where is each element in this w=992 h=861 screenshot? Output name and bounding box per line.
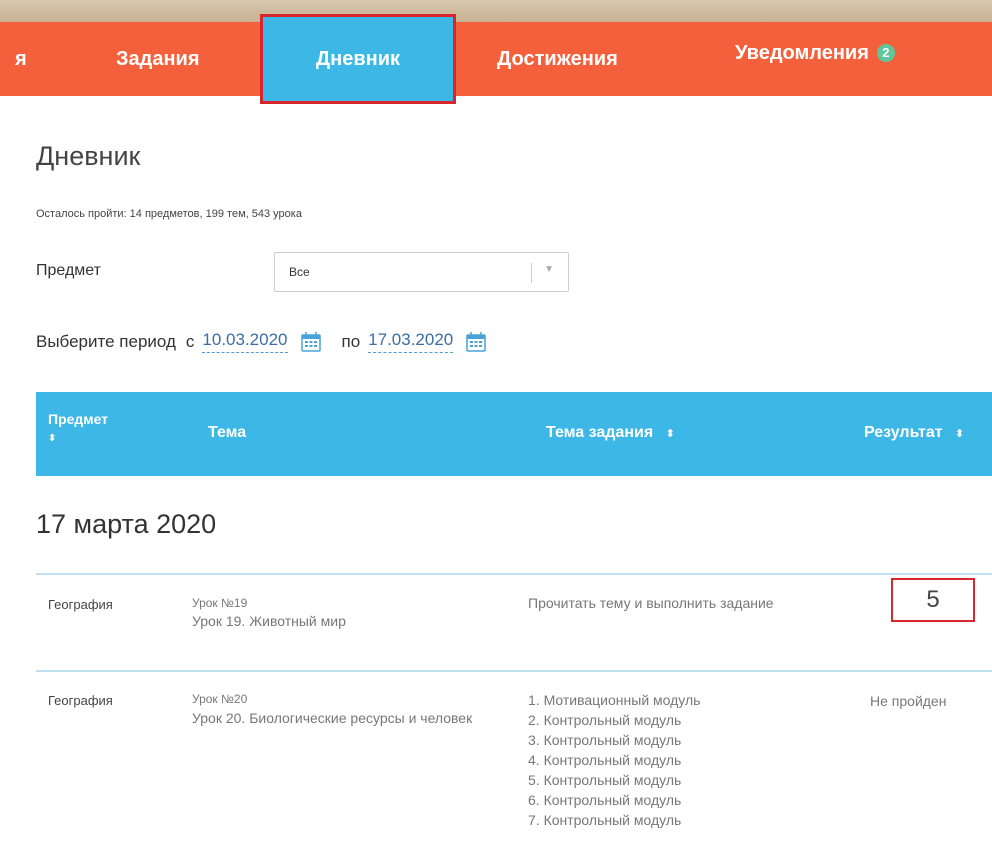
calendar-icon[interactable] (465, 331, 487, 353)
nav-item-diary[interactable]: Дневник (260, 14, 456, 104)
module-list: 1. Мотивационный модуль 2. Контрольный м… (528, 690, 700, 830)
main-nav: я Задания Дневник Достижения Уведомления… (0, 14, 992, 104)
date-from-input[interactable]: 10.03.2020 (202, 330, 288, 353)
row-subject: География (48, 693, 113, 708)
column-header-task-topic[interactable]: Тема задания ⬍ (546, 424, 675, 442)
period-to-label: по (341, 331, 361, 351)
module-item[interactable]: 4. Контрольный модуль (528, 750, 700, 770)
row-task-topic[interactable]: Прочитать тему и выполнить задание (528, 594, 798, 612)
subject-select[interactable]: Все ▼ (274, 252, 569, 292)
section-date-heading: 17 марта 2020 (36, 509, 217, 539)
result-grade: 5 (891, 578, 975, 622)
period-label: Выберите период (36, 331, 176, 351)
column-header-subject-label: Предмет (48, 411, 109, 427)
module-item[interactable]: 3. Контрольный модуль (528, 730, 700, 750)
subject-select-value: Все (289, 265, 310, 279)
period-row: Выберите период с 10.03.2020 по 17.03.20… (36, 330, 487, 353)
column-header-result[interactable]: Результат ⬍ (864, 424, 964, 442)
nav-item-notifications[interactable]: Уведомления 2 (735, 16, 895, 90)
column-header-task-topic-label: Тема задания (546, 424, 654, 441)
module-item[interactable]: 5. Контрольный модуль (528, 770, 700, 790)
row-lesson-title[interactable]: Урок 20. Биологические ресурсы и человек (192, 708, 522, 728)
row-divider (36, 670, 992, 672)
remaining-summary: Осталось пройти: 14 предметов, 199 тем, … (36, 208, 302, 220)
column-header-subject[interactable]: Предмет ⬍ (48, 412, 108, 446)
nav-item-achievements[interactable]: Достижения (497, 22, 618, 96)
module-item[interactable]: 1. Мотивационный модуль (528, 690, 700, 710)
row-result-status: Не пройден (870, 693, 947, 709)
column-header-topic: Тема (208, 424, 247, 441)
module-item[interactable]: 7. Контрольный модуль (528, 810, 700, 830)
sort-icon: ⬍ (48, 433, 57, 444)
chevron-down-icon: ▼ (544, 264, 554, 275)
subject-filter-label: Предмет (36, 262, 101, 279)
period-from-label: с (185, 331, 195, 351)
row-lesson-number[interactable]: Урок №20 (192, 690, 247, 708)
notifications-count-badge: 2 (876, 44, 895, 62)
row-lesson-number[interactable]: Урок №19 (192, 594, 247, 612)
module-item[interactable]: 2. Контрольный модуль (528, 710, 700, 730)
sort-icon: ⬍ (665, 428, 675, 440)
table-header: Предмет ⬍ Тема Тема задания ⬍ Результат … (36, 392, 992, 476)
date-to-input[interactable]: 17.03.2020 (368, 330, 454, 353)
select-separator (531, 263, 532, 283)
nav-notifications-label: Уведомления (735, 41, 869, 64)
row-divider (36, 573, 992, 575)
row-lesson-title[interactable]: Урок 19. Животный мир (192, 612, 346, 630)
result-grade-value: 5 (926, 586, 940, 613)
sort-icon: ⬍ (955, 428, 965, 440)
module-item[interactable]: 6. Контрольный модуль (528, 790, 700, 810)
page-title: Дневник (36, 141, 141, 171)
calendar-icon[interactable] (300, 331, 322, 353)
nav-item-partial[interactable]: я (15, 22, 27, 96)
column-header-result-label: Результат (864, 424, 943, 441)
nav-item-tasks[interactable]: Задания (116, 22, 200, 96)
row-subject: География (48, 597, 113, 612)
